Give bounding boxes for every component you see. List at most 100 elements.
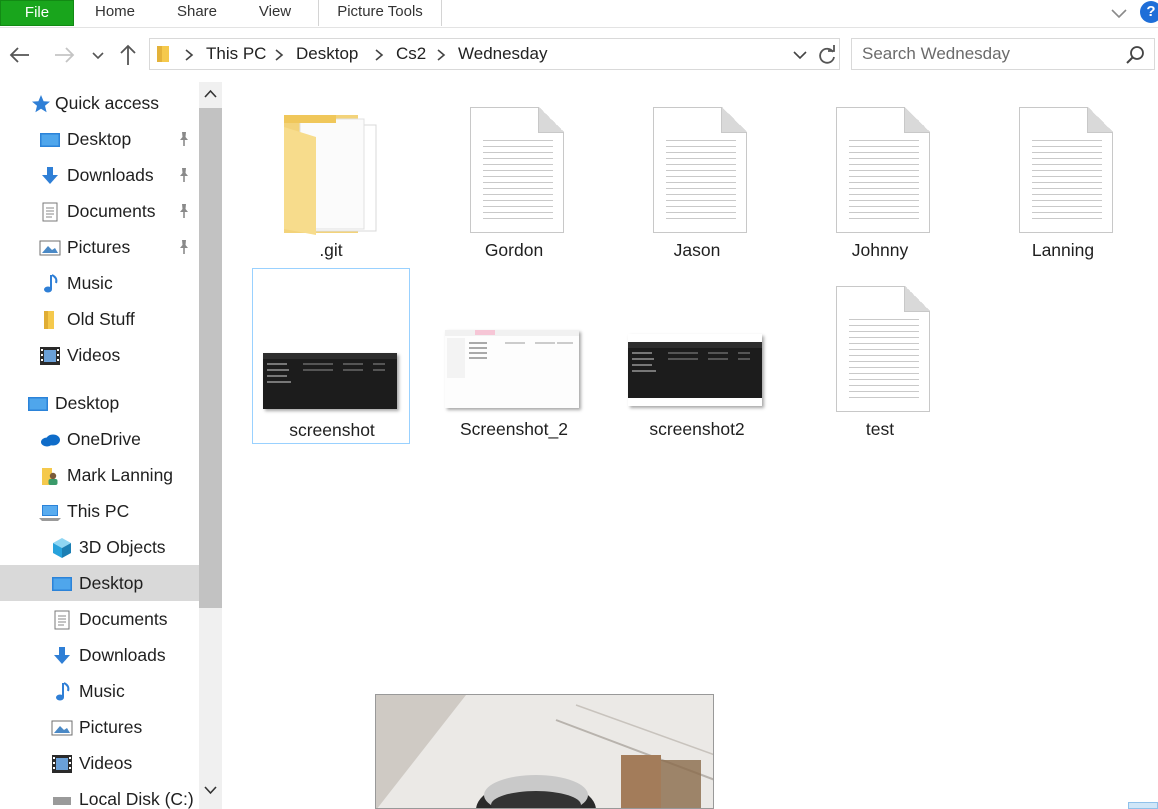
search-icon[interactable] — [1124, 44, 1146, 66]
up-arrow-icon[interactable] — [114, 41, 142, 69]
breadcrumb-cs2[interactable]: Cs2 — [396, 44, 426, 64]
desktop-icon — [39, 129, 61, 151]
breadcrumb-separator-icon[interactable] — [182, 47, 196, 63]
tab-file[interactable]: File — [0, 0, 74, 26]
sidebar-item-desktop[interactable]: Desktop — [0, 565, 199, 601]
sidebar-item-old-stuff[interactable]: Old Stuff — [0, 301, 199, 337]
pin-icon[interactable] — [176, 203, 192, 219]
help-button[interactable]: ? — [1140, 1, 1158, 23]
disk-icon — [51, 789, 73, 809]
scrollbar-thumb[interactable] — [199, 108, 222, 608]
back-arrow-icon[interactable] — [6, 41, 34, 69]
videos-icon — [39, 345, 61, 367]
dark-screenshot-thumbnail — [263, 353, 397, 409]
cloud-icon — [39, 429, 61, 451]
sidebar-item-pictures[interactable]: Pictures — [0, 709, 199, 745]
tab-view[interactable]: View — [240, 0, 310, 26]
search-box[interactable] — [851, 38, 1155, 70]
sidebar-item-label: Documents — [79, 609, 168, 629]
sidebar-item-desktop[interactable]: Desktop — [0, 121, 199, 157]
sidebar-item-downloads[interactable]: Downloads — [0, 157, 199, 193]
webcam-picture — [376, 695, 713, 808]
pin-icon[interactable] — [176, 131, 192, 147]
address-history-chevron-icon[interactable] — [790, 45, 810, 65]
sidebar-item-music[interactable]: Music — [0, 673, 199, 709]
file-thumbnail — [618, 89, 776, 239]
pin-icon[interactable] — [176, 167, 192, 183]
user-folder-icon — [39, 465, 61, 487]
file-item-screenshot-2[interactable]: Screenshot_2 — [435, 268, 593, 444]
file-item-test[interactable]: test — [801, 268, 959, 444]
tab-home[interactable]: Home — [78, 0, 152, 26]
sidebar-item-label: This PC — [67, 501, 130, 521]
sidebar-item-3d-objects[interactable]: 3D Objects — [0, 529, 199, 565]
forward-arrow-icon[interactable] — [50, 41, 78, 69]
sidebar-scrollbar[interactable] — [199, 82, 222, 809]
expand-ribbon-chevron-icon[interactable] — [1108, 2, 1130, 24]
scroll-down-chevron-icon[interactable] — [203, 782, 218, 797]
file-item-lanning[interactable]: Lanning — [984, 89, 1142, 265]
sidebar-item-local-disk-c[interactable]: Local Disk (C:) — [0, 781, 199, 809]
desktop-icon — [27, 393, 49, 415]
pictures-icon — [39, 237, 61, 259]
recent-locations-chevron-icon[interactable] — [88, 41, 108, 69]
sidebar-item-label: Desktop — [55, 393, 120, 413]
sidebar-item-label: Mark Lanning — [67, 465, 174, 485]
breadcrumb-separator-icon[interactable] — [434, 47, 448, 63]
breadcrumb-desktop[interactable]: Desktop — [296, 44, 358, 64]
breadcrumb-wednesday[interactable]: Wednesday — [458, 44, 547, 64]
pin-icon[interactable] — [176, 239, 192, 255]
sidebar-item-this-pc[interactable]: This PC — [0, 493, 199, 529]
scroll-up-chevron-icon[interactable] — [203, 87, 218, 102]
file-item-jason[interactable]: Jason — [618, 89, 776, 265]
sidebar-item-desktop[interactable]: Desktop — [0, 385, 199, 421]
sidebar-item-music[interactable]: Music — [0, 265, 199, 301]
file-thumbnail — [801, 89, 959, 239]
sidebar-item-documents[interactable]: Documents — [0, 601, 199, 637]
sidebar-item-label: Local Disk (C:) — [79, 789, 194, 809]
file-name: Johnny — [851, 240, 909, 260]
document-icon — [39, 201, 61, 223]
folder-icon — [284, 115, 377, 235]
sidebar-item-label: Quick access — [55, 93, 160, 113]
file-item-screenshot[interactable]: screenshot — [252, 268, 410, 444]
file-name: test — [865, 419, 895, 439]
file-item-screenshot2[interactable]: screenshot2 — [618, 268, 776, 444]
file-name: Jason — [673, 240, 721, 260]
tab-share[interactable]: Share — [160, 0, 234, 26]
refresh-icon[interactable] — [814, 43, 840, 69]
sidebar-item-downloads[interactable]: Downloads — [0, 637, 199, 673]
desktop-icon — [51, 573, 73, 595]
sidebar-item-videos[interactable]: Videos — [0, 337, 199, 373]
sidebar-item-onedrive[interactable]: OneDrive — [0, 421, 199, 457]
sidebar-item-label: Old Stuff — [67, 309, 135, 329]
file-name: Lanning — [1031, 240, 1095, 260]
sidebar-item-videos[interactable]: Videos — [0, 745, 199, 781]
sidebar-item-mark-lanning[interactable]: Mark Lanning — [0, 457, 199, 493]
address-bar[interactable]: This PC Desktop Cs2 Wednesday — [149, 38, 840, 70]
document-icon — [51, 609, 73, 631]
breadcrumb-separator-icon[interactable] — [372, 47, 386, 63]
file-item-git[interactable]: .git — [252, 89, 410, 265]
sidebar-item-quick-access[interactable]: Quick access — [0, 85, 199, 121]
sidebar-item-label: Videos — [67, 345, 121, 365]
tab-picture-tools[interactable]: Picture Tools — [318, 0, 442, 26]
sidebar-item-label: Desktop — [79, 573, 144, 593]
sidebar-item-label: Downloads — [79, 645, 166, 665]
file-name: screenshot2 — [649, 419, 745, 439]
sidebar-item-label: Pictures — [79, 717, 143, 737]
text-document-icon — [836, 107, 930, 233]
folder-icon — [157, 46, 169, 62]
dark-screenshot-thumbnail — [628, 342, 762, 398]
breadcrumb-this-pc[interactable]: This PC — [206, 44, 266, 64]
search-input[interactable] — [862, 43, 1122, 65]
file-item-gordon[interactable]: Gordon — [435, 89, 593, 265]
sidebar-item-label: OneDrive — [67, 429, 141, 449]
sidebar-item-documents[interactable]: Documents — [0, 193, 199, 229]
breadcrumb-separator-icon[interactable] — [272, 47, 286, 63]
sidebar-item-pictures[interactable]: Pictures — [0, 229, 199, 265]
folder-icon — [39, 309, 61, 331]
file-name: Gordon — [484, 240, 544, 260]
file-item-johnny[interactable]: Johnny — [801, 89, 959, 265]
download-icon — [51, 645, 73, 667]
